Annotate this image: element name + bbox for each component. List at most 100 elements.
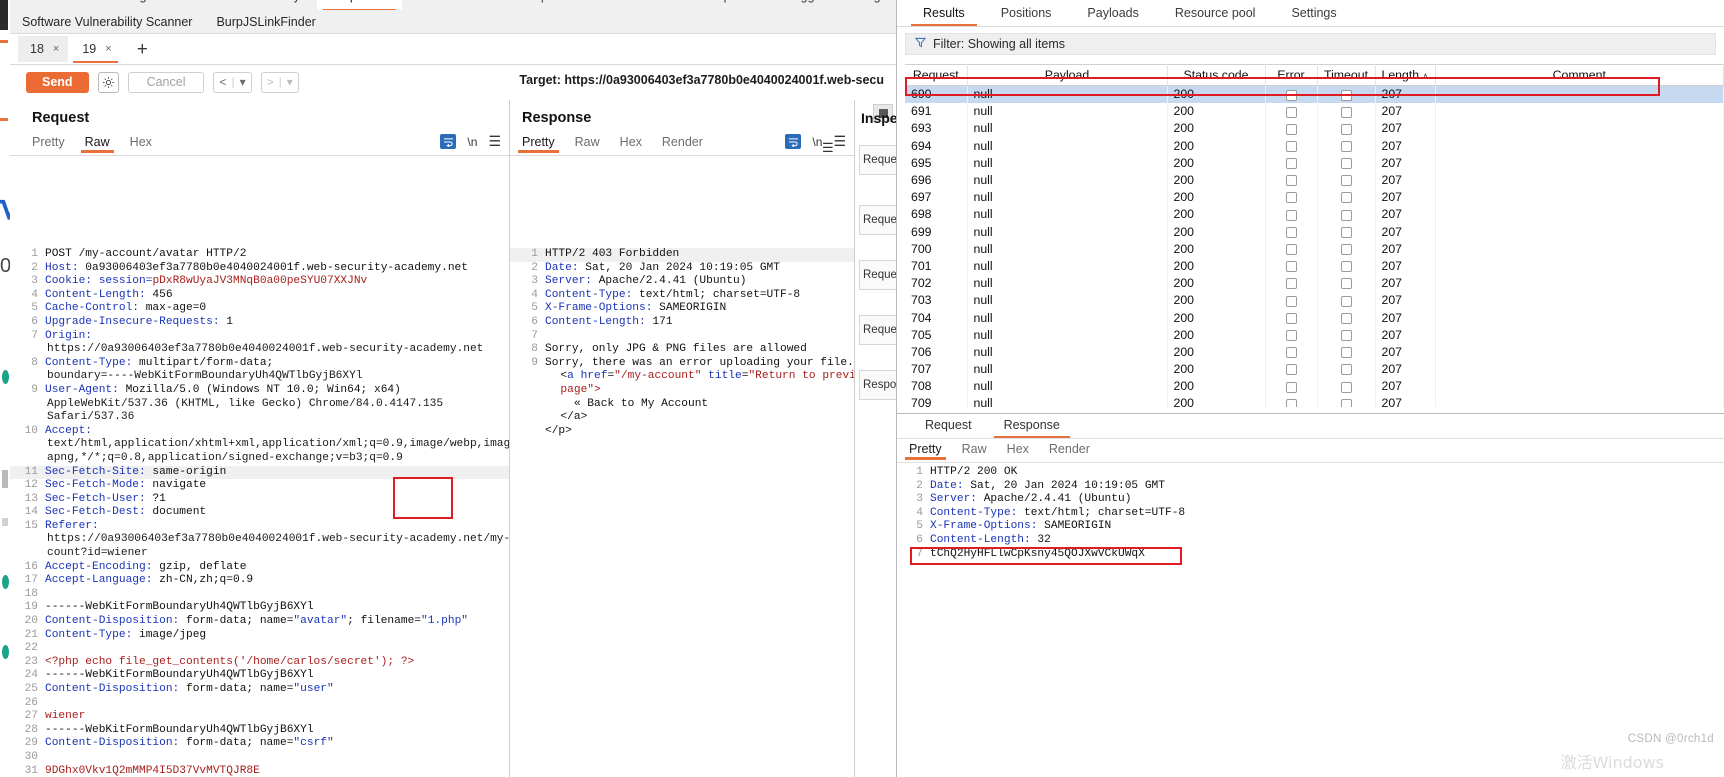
error-checkbox[interactable]: [1285, 364, 1297, 376]
table-row[interactable]: 702 null 200 207: [905, 274, 1724, 292]
table-row[interactable]: 703 null 200 207: [905, 291, 1724, 309]
col-header-payload[interactable]: Payload: [967, 64, 1168, 86]
timeout-checkbox[interactable]: [1340, 192, 1352, 204]
tab-results[interactable]: Results: [905, 1, 983, 26]
table-row[interactable]: 698 null 200 207: [905, 205, 1724, 223]
tab-response-raw[interactable]: Raw: [575, 135, 600, 153]
tab-settings[interactable]: Settings: [1273, 1, 1354, 26]
error-checkbox[interactable]: [1285, 226, 1297, 238]
tab-bottom-raw[interactable]: Raw: [962, 442, 987, 460]
tab-request-pretty[interactable]: Pretty: [32, 135, 65, 153]
error-checkbox[interactable]: [1285, 209, 1297, 221]
error-checkbox[interactable]: [1285, 398, 1297, 407]
inspector-menu-icon[interactable]: ☰: [822, 140, 834, 156]
timeout-checkbox[interactable]: [1340, 123, 1352, 135]
inspector-section-response-headers[interactable]: Respo: [859, 370, 897, 400]
repeater-tab-bar[interactable]: 18 × 19 × +: [10, 34, 898, 65]
response-menu-icon[interactable]: ☰: [833, 133, 846, 150]
table-row[interactable]: 700 null 200 207: [905, 240, 1724, 258]
error-checkbox[interactable]: [1285, 261, 1297, 273]
repeater-tab-19[interactable]: 19 ×: [70, 36, 121, 63]
bottom-panel-view-tabs[interactable]: Pretty Raw Hex Render: [897, 439, 1724, 463]
results-table[interactable]: Request Payload Status code Error Timeou…: [905, 64, 1724, 407]
tab-payloads[interactable]: Payloads: [1069, 1, 1156, 26]
error-checkbox[interactable]: [1285, 295, 1297, 307]
timeout-checkbox[interactable]: [1340, 261, 1352, 273]
bottom-response-code[interactable]: 1 HTTP/2 200 OK 2 Date: Sat, 20 Jan 2024 10…: [897, 466, 1724, 777]
timeout-checkbox[interactable]: [1340, 89, 1352, 101]
intruder-tab-bar[interactable]: Results Positions Payloads Resource pool…: [897, 0, 1724, 27]
results-table-wrapper[interactable]: Request Payload Status code Error Timeou…: [905, 57, 1724, 407]
tab-bottom-pretty[interactable]: Pretty: [905, 442, 946, 460]
tab-positions[interactable]: Positions: [983, 1, 1070, 26]
filter-bar[interactable]: Filter: Showing all items: [905, 33, 1716, 55]
table-row[interactable]: 693 null 200 207: [905, 119, 1724, 138]
error-checkbox[interactable]: [1285, 89, 1297, 101]
word-wrap-icon[interactable]: [785, 134, 802, 149]
extension-tab-burpjslinkfinder[interactable]: BurpJSLinkFinder: [204, 15, 327, 29]
tab-request-raw[interactable]: Raw: [80, 135, 114, 153]
bottom-panel-tabs[interactable]: Request Response: [897, 414, 1724, 439]
table-row[interactable]: 706 null 200 207: [905, 343, 1724, 361]
gear-icon[interactable]: [97, 71, 119, 93]
error-checkbox[interactable]: [1285, 278, 1297, 290]
response-body-code[interactable]: 1 HTTP/2 403 Forbidden 2 Date: Sat, 20 Jan …: [510, 248, 854, 777]
error-checkbox[interactable]: [1285, 123, 1297, 135]
timeout-checkbox[interactable]: [1340, 140, 1352, 152]
error-checkbox[interactable]: [1285, 140, 1297, 152]
timeout-checkbox[interactable]: [1340, 244, 1352, 256]
response-view-tabs[interactable]: Pretty Raw Hex Render \n ☰: [510, 132, 854, 156]
timeout-checkbox[interactable]: [1340, 381, 1352, 393]
error-checkbox[interactable]: [1285, 329, 1297, 341]
error-checkbox[interactable]: [1285, 381, 1297, 393]
timeout-checkbox[interactable]: [1340, 329, 1352, 341]
request-menu-icon[interactable]: ☰: [488, 133, 501, 150]
tab-bottom-render[interactable]: Render: [1049, 442, 1090, 460]
close-icon[interactable]: ×: [105, 43, 111, 55]
timeout-checkbox[interactable]: [1340, 295, 1352, 307]
tab-bottom-request[interactable]: Request: [909, 414, 988, 438]
table-row[interactable]: 707 null 200 207: [905, 360, 1724, 378]
col-header-request[interactable]: Request: [905, 64, 968, 86]
next-request-button[interactable]: > | ▾: [260, 71, 299, 93]
table-row[interactable]: 697 null 200 207: [905, 188, 1724, 206]
table-row[interactable]: 691 null 200 207: [905, 102, 1724, 120]
tab-response-render[interactable]: Render: [662, 135, 703, 153]
timeout-checkbox[interactable]: [1340, 209, 1352, 221]
table-row[interactable]: 695 null 200 207: [905, 154, 1724, 172]
inspector-section-request-headers[interactable]: Reque: [859, 315, 897, 345]
table-row[interactable]: 709 null 200 207: [905, 394, 1724, 407]
send-button[interactable]: Send: [26, 71, 89, 93]
timeout-checkbox[interactable]: [1340, 175, 1352, 187]
col-header-timeout[interactable]: Timeout: [1317, 64, 1376, 86]
error-checkbox[interactable]: [1285, 244, 1297, 256]
table-row[interactable]: 699 null 200 207: [905, 223, 1724, 241]
timeout-checkbox[interactable]: [1340, 364, 1352, 376]
chevron-down-icon[interactable]: ▾: [240, 75, 246, 89]
tab-request-hex[interactable]: Hex: [130, 135, 152, 153]
table-row[interactable]: 696 null 200 207: [905, 171, 1724, 189]
table-row[interactable]: 690 null 200 207: [905, 85, 1724, 103]
error-checkbox[interactable]: [1285, 175, 1297, 187]
extension-tab-software-vulnerability-scanner[interactable]: Software Vulnerability Scanner: [10, 15, 204, 29]
close-icon[interactable]: ×: [53, 43, 59, 55]
table-row[interactable]: 705 null 200 207: [905, 326, 1724, 344]
prev-request-button[interactable]: < | ▾: [213, 71, 252, 93]
newline-toggle[interactable]: \n: [467, 135, 477, 149]
add-tab-button[interactable]: +: [131, 40, 154, 59]
chevron-down-icon[interactable]: ▾: [287, 75, 293, 89]
tab-response-hex[interactable]: Hex: [620, 135, 642, 153]
timeout-checkbox[interactable]: [1340, 226, 1352, 238]
tab-bottom-response[interactable]: Response: [988, 414, 1076, 438]
timeout-checkbox[interactable]: [1340, 106, 1352, 118]
inspector-section-request-cookies[interactable]: Reque: [859, 260, 897, 290]
request-body-code[interactable]: 1 POST /my-account/avatar HTTP/2 2 Host: 0a…: [10, 248, 509, 777]
timeout-checkbox[interactable]: [1340, 278, 1352, 290]
error-checkbox[interactable]: [1285, 158, 1297, 170]
error-checkbox[interactable]: [1285, 106, 1297, 118]
repeater-tab-18[interactable]: 18 ×: [18, 36, 69, 62]
timeout-checkbox[interactable]: [1340, 158, 1352, 170]
col-header-comment[interactable]: Comment: [1435, 64, 1724, 86]
word-wrap-icon[interactable]: [440, 134, 457, 149]
timeout-checkbox[interactable]: [1340, 347, 1352, 359]
